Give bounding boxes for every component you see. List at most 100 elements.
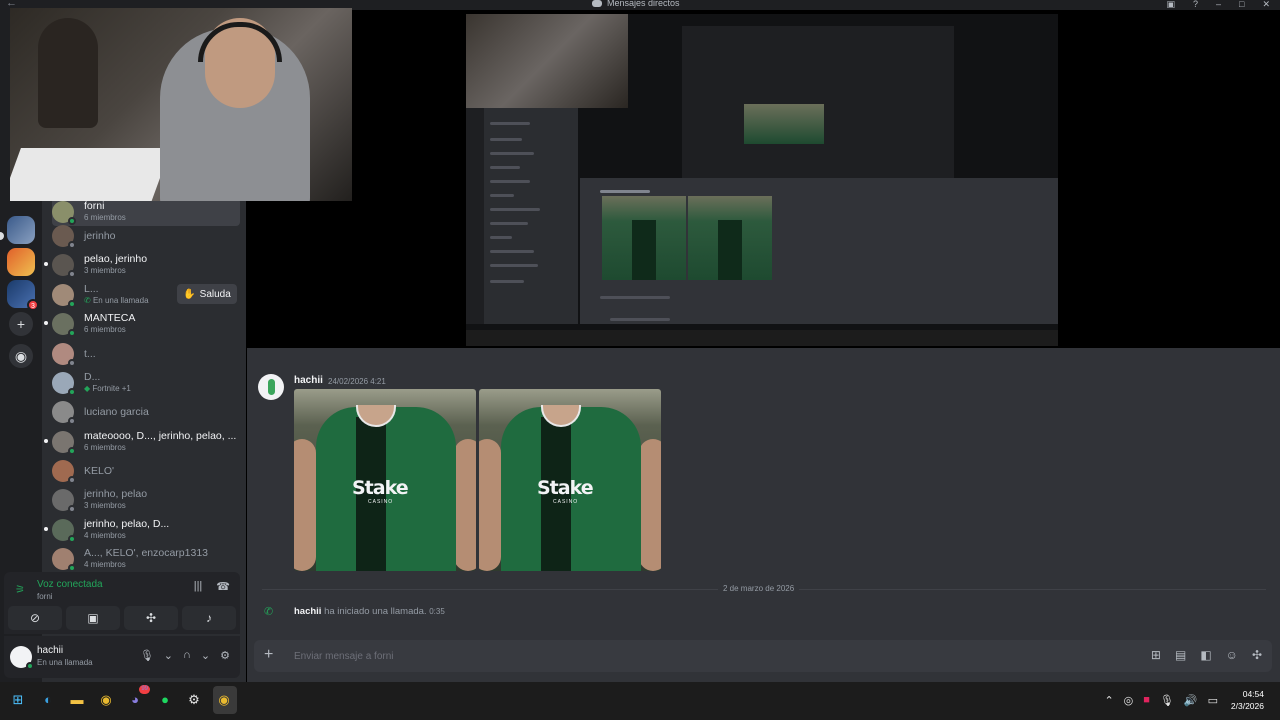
headphones-icon[interactable]: ∩	[183, 649, 191, 662]
microphone-icon[interactable]: 🎙	[1160, 694, 1174, 707]
voice-actions: ⊘ ▣ ✣ ♪	[4, 606, 240, 632]
message-input[interactable]	[294, 646, 1114, 666]
avatar	[52, 201, 76, 225]
chevron-up-icon[interactable]: ⌃	[1104, 694, 1113, 707]
avatar	[52, 548, 76, 572]
dm-sub: 6 miembros	[84, 325, 126, 334]
display-icon[interactable]: ▭	[1208, 694, 1218, 707]
user-panel: hachii En una llamada 🎙 ⌄ ∩ ⌄ ⚙	[4, 636, 240, 678]
avatar	[52, 519, 76, 543]
dm-name: jerinho, pelao, D...	[84, 518, 170, 530]
dm-name: mateoooo, D..., jerinho, pelao, ...	[84, 430, 237, 442]
gif-icon[interactable]: ▤	[1175, 648, 1186, 662]
stream-nested-window	[682, 20, 954, 178]
dm-item[interactable]: D... ◆ Fortnite +1	[52, 369, 240, 397]
noise-suppression-icon[interactable]: |||	[194, 580, 203, 593]
server-icon[interactable]	[7, 248, 35, 276]
window-title: Mensajes directos	[592, 0, 680, 8]
message-author[interactable]: hachii	[294, 375, 323, 386]
minimize-button[interactable]: –	[1216, 0, 1221, 10]
dm-item[interactable]: KELO'	[52, 457, 240, 485]
apps-icon[interactable]: ✣	[1252, 648, 1262, 662]
tray-app-icon[interactable]: ■	[1143, 694, 1150, 707]
soundboard-button[interactable]: ♪	[182, 606, 236, 630]
avatar[interactable]	[258, 374, 284, 400]
maximize-button[interactable]: □	[1239, 0, 1244, 10]
close-button[interactable]: ✕	[1262, 0, 1270, 10]
user-status: En una llamada	[37, 658, 93, 667]
dm-item[interactable]: pelao, jerinho 3 miembros	[52, 251, 240, 279]
dm-item[interactable]: jerinho, pelao, D... 4 miembros	[52, 516, 240, 544]
volume-icon[interactable]: 🔊	[1184, 694, 1198, 707]
avatar	[52, 284, 76, 308]
dm-sub: 4 miembros	[84, 560, 126, 569]
windows-start-icon[interactable]: ⊞	[7, 689, 29, 711]
avatar	[52, 225, 76, 249]
wave-button[interactable]: ✋ Saluda	[177, 284, 237, 304]
chrome-icon[interactable]: ◉	[95, 689, 117, 711]
disconnect-icon[interactable]: ☎	[216, 580, 230, 593]
chevron-down-icon[interactable]: ⌄	[164, 649, 173, 662]
activities-button[interactable]: ✣	[124, 606, 178, 630]
chrome-icon[interactable]: ◉	[213, 689, 235, 711]
screen-share-view[interactable]	[466, 14, 1058, 346]
discord-icon[interactable]: ◕ 99	[124, 685, 150, 711]
gamepad-icon: ◆	[84, 384, 91, 393]
avatar	[52, 460, 76, 484]
dm-sub: Fortnite +1	[92, 384, 131, 393]
app-icon[interactable]: ⚙	[183, 689, 205, 711]
dm-item[interactable]: A..., KELO', enzocarp1313 4 miembros	[52, 545, 240, 573]
dm-sub: En una llamada	[92, 296, 149, 305]
voice-channel[interactable]: forni	[37, 592, 53, 601]
dm-item[interactable]: jerinho	[52, 222, 240, 250]
gift-icon[interactable]: ⊞	[1151, 648, 1161, 662]
discover-icon[interactable]: ◉	[9, 344, 33, 368]
clock[interactable]: 04:54 2/3/2026	[1231, 688, 1264, 712]
dm-name: KELO'	[84, 464, 115, 477]
camera-off-button[interactable]: ⊘	[8, 606, 62, 630]
dm-item[interactable]: jerinho, pelao 3 miembros	[52, 486, 240, 514]
jersey-logo-text: Stake	[352, 477, 409, 499]
tray-app-icon[interactable]: ◎	[1124, 694, 1134, 707]
add-server-icon[interactable]: +	[9, 312, 33, 336]
inbox-icon[interactable]: ▣	[1166, 0, 1175, 10]
avatar	[52, 343, 76, 367]
dm-name: luciano garcia	[84, 405, 149, 418]
sticker-icon[interactable]: ◧	[1200, 648, 1211, 662]
window-controls: ▣ ? – □ ✕	[1166, 0, 1270, 10]
help-icon[interactable]: ?	[1193, 0, 1198, 10]
settings-gear-icon[interactable]: ⚙	[220, 649, 230, 662]
screen-share-button[interactable]: ▣	[66, 606, 120, 630]
spotify-icon[interactable]: ●	[154, 689, 176, 711]
edge-icon[interactable]: ◐	[37, 689, 59, 711]
dm-name: jerinho	[84, 229, 116, 242]
avatar	[52, 431, 76, 455]
dm-name: forni	[84, 200, 105, 212]
unread-indicator	[44, 439, 48, 443]
dm-sub: 4 miembros	[84, 531, 126, 540]
chevron-down-icon[interactable]: ⌄	[201, 649, 210, 662]
unread-indicator	[44, 321, 48, 325]
unread-indicator	[44, 262, 48, 266]
add-attachment-icon[interactable]: +	[264, 647, 273, 663]
voice-status[interactable]: Voz conectada	[37, 579, 103, 590]
dm-item[interactable]: luciano garcia	[52, 398, 240, 426]
file-explorer-icon[interactable]: ▬	[66, 689, 88, 711]
system-tray: ⌃ ◎ ■ 🎙 🔊 ▭	[1104, 694, 1218, 707]
phone-icon: ✆	[264, 606, 274, 618]
server-icon[interactable]: 3	[7, 280, 39, 311]
notification-badge: 3	[27, 299, 39, 311]
avatar[interactable]	[10, 646, 34, 670]
dm-name: L...	[84, 283, 99, 295]
image-attachment[interactable]: Stake CASINO	[479, 389, 661, 571]
dm-item[interactable]: mateoooo, D..., jerinho, pelao, ... 6 mie…	[52, 428, 240, 456]
dm-name: pelao, jerinho	[84, 253, 148, 265]
dm-item[interactable]: MANTECA 6 miembros	[52, 310, 240, 338]
server-icon[interactable]	[7, 216, 35, 244]
avatar	[52, 401, 76, 425]
emoji-icon[interactable]: ☺	[1226, 648, 1238, 662]
microphone-icon[interactable]: 🎙	[140, 649, 154, 662]
dm-item[interactable]: t...	[52, 340, 240, 368]
image-attachment[interactable]: Stake CASINO	[294, 389, 476, 571]
avatar	[52, 489, 76, 513]
